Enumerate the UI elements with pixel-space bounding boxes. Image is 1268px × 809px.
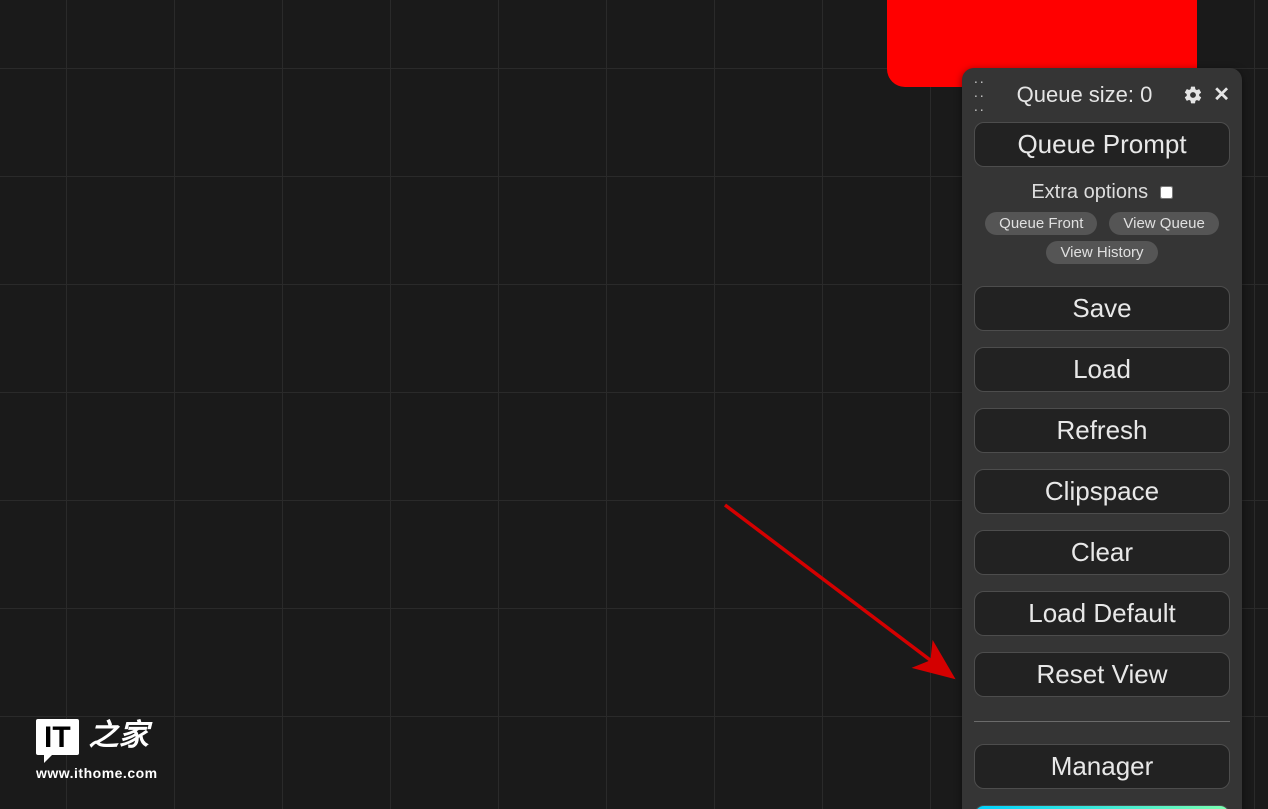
extra-options-label: Extra options	[1031, 181, 1148, 203]
watermark-url: www.ithome.com	[36, 765, 158, 781]
drag-handle-icon[interactable]: ∙∙∙∙∙∙	[974, 74, 986, 116]
view-history-button[interactable]: View History	[1046, 241, 1157, 264]
save-button[interactable]: Save	[974, 286, 1230, 331]
separator	[974, 721, 1230, 722]
manager-actions: Manager Share	[974, 734, 1230, 809]
close-icon[interactable]: ✕	[1213, 85, 1230, 105]
queue-size-label: Queue size: 0	[996, 82, 1173, 108]
control-panel: ∙∙∙∙∙∙ Queue size: 0 ✕ Queue Prompt Extr…	[962, 68, 1242, 809]
main-actions: Save Load Refresh Clipspace Clear Load D…	[974, 276, 1230, 697]
watermark-it: IT	[36, 719, 79, 755]
extra-options-checkbox[interactable]	[1160, 186, 1173, 199]
load-button[interactable]: Load	[974, 347, 1230, 392]
secondary-actions: Queue Front View Queue	[974, 212, 1230, 235]
load-default-button[interactable]: Load Default	[974, 591, 1230, 636]
watermark-cn: 之家	[89, 719, 149, 752]
watermark: IT 之家 www.ithome.com	[36, 719, 158, 781]
annotation-arrow	[720, 500, 970, 700]
view-queue-button[interactable]: View Queue	[1109, 212, 1218, 235]
queue-prompt-button[interactable]: Queue Prompt	[974, 122, 1230, 167]
panel-header: ∙∙∙∙∙∙ Queue size: 0 ✕	[974, 78, 1230, 112]
queue-front-button[interactable]: Queue Front	[985, 212, 1097, 235]
secondary-actions-2: View History	[974, 241, 1230, 264]
clear-button[interactable]: Clear	[974, 530, 1230, 575]
clipspace-button[interactable]: Clipspace	[974, 469, 1230, 514]
refresh-button[interactable]: Refresh	[974, 408, 1230, 453]
reset-view-button[interactable]: Reset View	[974, 652, 1230, 697]
share-button[interactable]: Share	[974, 805, 1230, 809]
manager-button[interactable]: Manager	[974, 744, 1230, 789]
extra-options-row: Extra options	[974, 181, 1230, 204]
gear-icon[interactable]	[1183, 85, 1203, 105]
